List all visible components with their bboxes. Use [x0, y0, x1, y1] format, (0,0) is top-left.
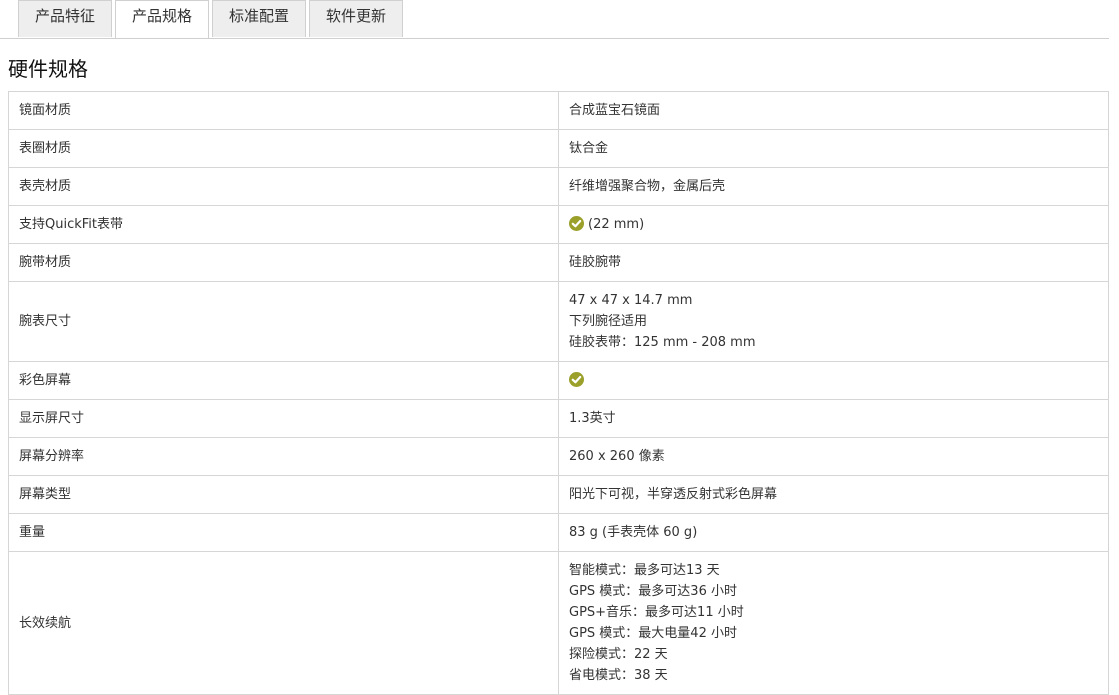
spec-label: 重量	[8, 513, 559, 552]
spec-line: GPS 模式：最多可达36 小时	[569, 584, 737, 599]
spec-line: 下列腕径适用	[569, 314, 648, 329]
spec-label: 长效续航	[8, 551, 559, 695]
spec-value: 83 g (手表壳体 60 g)	[558, 513, 1109, 552]
spec-label: 镜面材质	[8, 91, 559, 130]
spec-row-display-type: 屏幕类型 阳光下可视，半穿透反射式彩色屏幕	[8, 475, 1109, 514]
spec-row-strap-material: 腕带材质 硅胶腕带	[8, 243, 1109, 282]
spec-value: 47 x 47 x 14.7 mm 下列腕径适用 硅胶表带：125 mm - 2…	[558, 281, 1109, 362]
tab-specs[interactable]: 产品规格	[115, 0, 209, 38]
spec-value: 阳光下可视，半穿透反射式彩色屏幕	[558, 475, 1109, 514]
spec-line: 硅胶表带：125 mm - 208 mm	[569, 335, 756, 350]
spec-label: 屏幕分辨率	[8, 437, 559, 476]
spec-value: 硅胶腕带	[558, 243, 1109, 282]
spec-row-quickfit: 支持QuickFit表带 (22 mm)	[8, 205, 1109, 244]
spec-label: 显示屏尺寸	[8, 399, 559, 438]
spec-row-resolution: 屏幕分辨率 260 x 260 像素	[8, 437, 1109, 476]
spec-value: 合成蓝宝石镜面	[558, 91, 1109, 130]
spec-row-battery: 长效续航 智能模式：最多可达13 天 GPS 模式：最多可达36 小时 GPS+…	[8, 551, 1109, 695]
spec-label: 表壳材质	[8, 167, 559, 206]
tab-bar: 产品特征 产品规格 标准配置 软件更新	[0, 0, 1109, 39]
spec-row-lens-material: 镜面材质 合成蓝宝石镜面	[8, 91, 1109, 130]
spec-label: 腕表尺寸	[8, 281, 559, 362]
spec-row-display-size: 显示屏尺寸 1.3英寸	[8, 399, 1109, 438]
spec-value: 260 x 260 像素	[558, 437, 1109, 476]
spec-row-color-display: 彩色屏幕	[8, 361, 1109, 400]
spec-label: 腕带材质	[8, 243, 559, 282]
spec-label: 屏幕类型	[8, 475, 559, 514]
spec-line: GPS+音乐：最多可达11 小时	[569, 605, 744, 620]
spec-value: 钛合金	[558, 129, 1109, 168]
spec-line: 省电模式：38 天	[569, 668, 668, 683]
spec-value: 智能模式：最多可达13 天 GPS 模式：最多可达36 小时 GPS+音乐：最多…	[558, 551, 1109, 695]
spec-row-size: 腕表尺寸 47 x 47 x 14.7 mm 下列腕径适用 硅胶表带：125 m…	[8, 281, 1109, 362]
spec-value: 纤维增强聚合物，金属后壳	[558, 167, 1109, 206]
spec-line: 智能模式：最多可达13 天	[569, 563, 720, 578]
spec-value: (22 mm)	[558, 205, 1109, 244]
spec-row-bezel-material: 表圈材质 钛合金	[8, 129, 1109, 168]
check-circle-icon	[569, 372, 584, 387]
check-circle-icon	[569, 216, 584, 231]
quickfit-size: (22 mm)	[588, 217, 645, 232]
spec-line: 探险模式：22 天	[569, 647, 668, 662]
spec-label: 表圈材质	[8, 129, 559, 168]
spec-table: 镜面材质 合成蓝宝石镜面 表圈材质 钛合金 表壳材质 纤维增强聚合物，金属后壳 …	[8, 91, 1109, 695]
product-spec-page: 产品特征 产品规格 标准配置 软件更新 硬件规格 镜面材质 合成蓝宝石镜面 表圈…	[0, 0, 1119, 695]
tab-features[interactable]: 产品特征	[18, 0, 112, 37]
spec-row-weight: 重量 83 g (手表壳体 60 g)	[8, 513, 1109, 552]
tab-in-the-box[interactable]: 标准配置	[212, 0, 306, 37]
spec-value: 1.3英寸	[558, 399, 1109, 438]
tab-software-updates[interactable]: 软件更新	[309, 0, 403, 37]
section-title: 硬件规格	[8, 57, 88, 81]
spec-line: 47 x 47 x 14.7 mm	[569, 293, 693, 308]
spec-row-case-material: 表壳材质 纤维增强聚合物，金属后壳	[8, 167, 1109, 206]
spec-value	[558, 361, 1109, 400]
spec-label: 彩色屏幕	[8, 361, 559, 400]
spec-line: GPS 模式：最大电量42 小时	[569, 626, 737, 641]
spec-label: 支持QuickFit表带	[8, 205, 559, 244]
